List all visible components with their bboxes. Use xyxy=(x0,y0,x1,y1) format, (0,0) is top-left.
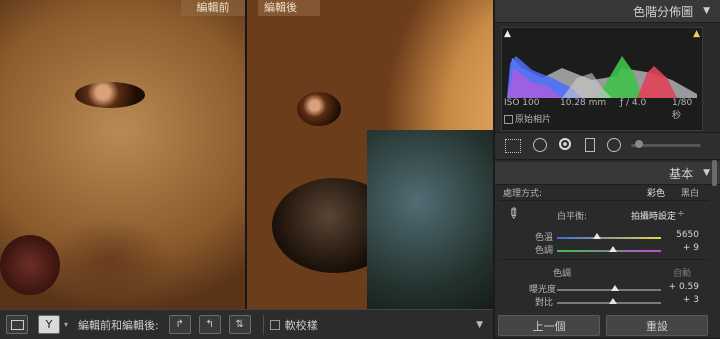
after-label: 編輯後 xyxy=(258,0,320,16)
toolbar-menu-chevron-icon[interactable]: ▼ xyxy=(476,320,483,330)
exposure-label: 曝光度 xyxy=(529,285,557,295)
treatment-color-option[interactable]: 彩色 xyxy=(647,186,665,199)
compare-mode-label: 編輯前和編輯後: xyxy=(78,318,159,332)
contrast-label: 對比 xyxy=(535,298,554,308)
arrow-left-icon: ↰ xyxy=(205,319,214,330)
before-label: 編輯前 xyxy=(181,0,245,16)
shadow-clipping-icon[interactable]: ▲ xyxy=(504,29,511,39)
exposure-slider[interactable] xyxy=(557,289,661,291)
highlight-clipping-icon[interactable]: ▲ xyxy=(693,29,700,39)
temp-slider[interactable] xyxy=(557,237,661,239)
temp-value[interactable]: 5650 xyxy=(659,230,699,240)
graduated-filter-icon[interactable] xyxy=(585,138,595,152)
white-balance-chevron-icon[interactable]: ÷ xyxy=(677,209,685,219)
original-photo-label: 原始相片 xyxy=(515,115,552,125)
tool-strip xyxy=(495,132,720,160)
white-balance-select[interactable]: 拍攝時設定 xyxy=(631,209,676,222)
auto-tone-button[interactable]: 自動 xyxy=(673,266,691,279)
after-image xyxy=(247,0,493,309)
aperture-value: ƒ / 4.0 xyxy=(620,98,647,108)
before-image xyxy=(0,0,245,309)
temp-slider-thumb[interactable] xyxy=(593,233,601,239)
treatment-label: 處理方式: xyxy=(503,189,543,199)
photo-compare-view[interactable]: 編輯前 編輯後 xyxy=(0,0,493,309)
copy-before-to-after-button[interactable]: ↱ xyxy=(168,315,191,334)
original-photo-checkbox[interactable] xyxy=(504,115,513,124)
reset-button[interactable]: 重設 xyxy=(606,315,708,336)
compare-view-button[interactable]: Y xyxy=(38,315,60,334)
split-view-icon: Y xyxy=(45,318,53,331)
white-balance-picker-icon[interactable]: ✎ xyxy=(503,204,523,224)
temp-label: 色溫 xyxy=(535,233,554,243)
adjustment-brush-thumb[interactable] xyxy=(635,140,643,148)
contrast-value[interactable]: + 3 xyxy=(659,295,699,305)
swap-icon: ⇅ xyxy=(235,319,244,330)
previous-button[interactable]: 上一個 xyxy=(498,315,600,336)
loupe-view-button[interactable] xyxy=(6,315,28,334)
crop-overlay-icon[interactable] xyxy=(505,139,521,153)
view-menu-chevron-icon[interactable]: ▾ xyxy=(64,320,68,329)
histogram-graph xyxy=(504,30,700,98)
softproof-checkbox[interactable] xyxy=(269,319,280,330)
basic-divider-2 xyxy=(499,259,709,260)
copy-after-to-before-button[interactable]: ↰ xyxy=(198,315,221,334)
iso-value: ISO 100 xyxy=(504,98,540,108)
tint-slider-thumb[interactable] xyxy=(609,246,617,252)
contrast-slider-thumb[interactable] xyxy=(609,298,617,304)
histogram-area: ▲ ▲ ISO 100 10.28 mm ƒ / 4.0 1/80 秒 原始相片 xyxy=(501,27,703,131)
spot-removal-icon[interactable] xyxy=(533,138,547,152)
tint-value[interactable]: + 9 xyxy=(659,243,699,253)
collapse-histogram-icon[interactable]: ▼ xyxy=(703,6,710,16)
swap-before-after-button[interactable]: ⇅ xyxy=(228,315,251,334)
before-dog-eye xyxy=(75,82,145,108)
histogram-title: 色階分佈圖 xyxy=(633,4,694,19)
before-dog-mouth xyxy=(0,235,60,295)
softproof-label: 軟校樣 xyxy=(284,318,318,332)
tone-label: 色調 xyxy=(553,269,572,279)
after-bokeh-background xyxy=(367,130,493,309)
basic-panel-header[interactable]: 基本 ▼ xyxy=(495,162,720,185)
tint-label: 色調 xyxy=(535,246,554,256)
collapse-basic-icon[interactable]: ▼ xyxy=(703,168,710,178)
treatment-bw-option[interactable]: 黑白 xyxy=(681,186,699,199)
bottom-toolbar: Y ▾ 編輯前和編輯後: ↱ ↰ ⇅ 軟校樣 ▼ xyxy=(0,309,493,339)
after-dog-eye xyxy=(297,92,341,126)
radial-filter-icon[interactable] xyxy=(607,138,621,152)
exposure-value[interactable]: + 0.59 xyxy=(659,282,699,292)
white-balance-label: 白平衡: xyxy=(557,212,588,222)
focal-length-value: 10.28 mm xyxy=(560,98,607,108)
panel-scrollbar[interactable] xyxy=(712,160,717,186)
histogram-panel-header[interactable]: 色階分佈圖 ▼ xyxy=(495,0,720,23)
arrow-right-icon: ↱ xyxy=(175,319,184,330)
toolbar-separator xyxy=(262,314,264,335)
exposure-slider-thumb[interactable] xyxy=(611,285,619,291)
basic-divider xyxy=(499,200,709,201)
red-eye-icon[interactable] xyxy=(559,138,571,150)
compare-divider[interactable] xyxy=(245,0,247,309)
shutter-value: 1/80 秒 xyxy=(672,98,693,121)
single-view-icon xyxy=(10,319,24,330)
develop-right-panel: 色階分佈圖 ▼ ▲ ▲ ISO 100 10.28 mm ƒ / 4.0 1/8… xyxy=(495,0,720,338)
basic-panel-title: 基本 xyxy=(669,166,694,181)
